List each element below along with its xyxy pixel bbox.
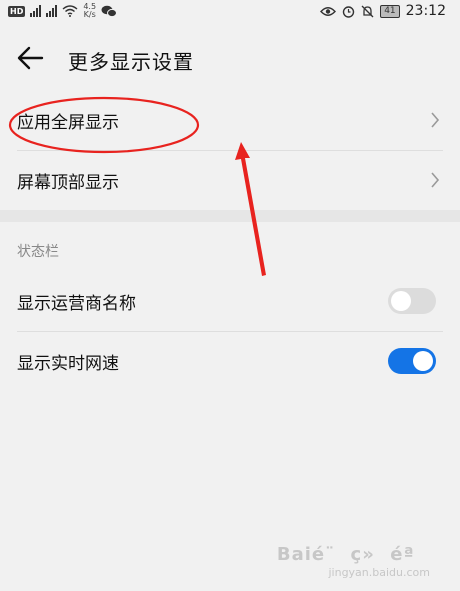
watermark: Baié¨ç»éª jingyan.baidu.com [277,542,430,579]
list-item-top-of-screen[interactable]: 屏幕顶部显示 [0,151,460,209]
list-item-label: 显示运营商名称 [17,294,136,314]
network-speed-toggle[interactable] [388,348,436,374]
back-arrow-icon[interactable] [16,44,46,72]
list-item-carrier-name: 显示运营商名称 [0,272,460,330]
settings-page: HD 4.5 K/s 41 23:12 更多显示设置 应用全屏显示 屏幕顶部显示… [0,0,460,591]
hd-badge: HD [8,5,26,17]
list-item-fullscreen-apps[interactable]: 应用全屏显示 [0,91,460,149]
chevron-right-icon [431,112,440,128]
list-item-network-speed: 显示实时网速 [0,332,460,390]
watermark-brand: Baié¨ç»éª [276,544,430,565]
status-bar-left: HD 4.5 K/s [8,3,118,19]
status-bar: HD 4.5 K/s 41 23:12 [0,0,460,24]
network-speed-unit: K/s [83,10,96,19]
status-bar-right: 41 23:12 [320,3,446,19]
wifi-icon [62,5,78,17]
eye-icon [320,6,337,16]
list-item-label: 显示实时网速 [17,354,119,374]
list-item-label: 屏幕顶部显示 [17,173,119,193]
section-title: 状态栏 [17,244,59,260]
app-header: 更多显示设置 [0,28,460,90]
network-speed: 4.5 K/s [83,3,96,19]
wechat-icon [101,5,118,17]
mute-bell-icon [361,5,374,17]
toggle-knob [413,351,433,371]
carrier-name-toggle[interactable] [388,288,436,314]
chevron-right-icon [431,172,440,188]
clock: 23:12 [405,3,446,19]
battery-icon: 41 [380,4,400,18]
alarm-icon [342,5,355,18]
page-title: 更多显示设置 [68,50,194,74]
watermark-url: jingyan.baidu.com [328,566,430,579]
section-separator [0,210,460,222]
toggle-knob [391,291,411,311]
list-item-label: 应用全屏显示 [17,113,119,133]
signal-icon [46,5,58,17]
signal-icon [30,5,42,17]
